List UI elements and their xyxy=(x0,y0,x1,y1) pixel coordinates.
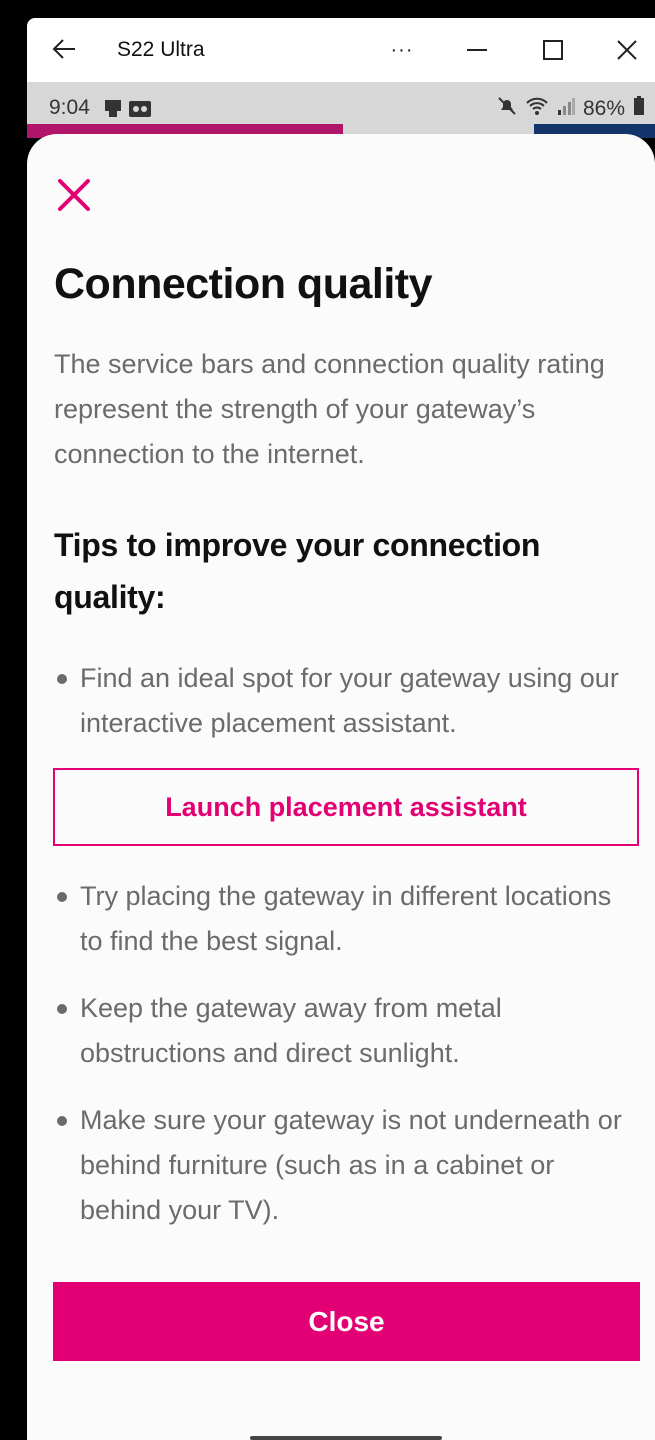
voicemail-icon xyxy=(129,100,151,123)
battery-percent: 86% xyxy=(582,96,625,120)
close-icon[interactable] xyxy=(57,178,91,212)
maximize-icon[interactable] xyxy=(533,34,573,66)
more-options-icon[interactable]: ··· xyxy=(382,34,422,66)
minimize-icon[interactable] xyxy=(457,34,497,66)
status-time: 9:04 xyxy=(49,96,90,119)
tips-heading: Tips to improve your connection quality: xyxy=(54,527,541,615)
back-arrow-icon[interactable] xyxy=(51,34,77,64)
tip-text: Keep the gateway away from metal obstruc… xyxy=(80,993,502,1068)
bullet-icon xyxy=(54,656,80,746)
mute-icon xyxy=(497,96,517,121)
page-title: Connection quality xyxy=(54,260,433,308)
connection-quality-sheet: Connection quality The service bars and … xyxy=(27,134,655,1440)
bullet-icon xyxy=(54,1098,80,1233)
tip-item: Try placing the gateway in different loc… xyxy=(54,874,634,964)
signal-icon xyxy=(557,97,575,120)
tip-item: Make sure your gateway is not underneath… xyxy=(54,1098,634,1233)
tip-text: Try placing the gateway in different loc… xyxy=(80,881,612,956)
home-indicator[interactable] xyxy=(250,1436,442,1440)
notification-icon xyxy=(103,100,123,123)
bullet-icon xyxy=(54,986,80,1076)
description-text: The service bars and connection quality … xyxy=(54,349,605,469)
bullet-icon xyxy=(54,874,80,964)
launch-placement-assistant-button[interactable]: Launch placement assistant xyxy=(53,768,639,846)
status-right-icons: 86% xyxy=(497,96,645,121)
tip-text: Find an ideal spot for your gateway usin… xyxy=(80,663,619,738)
tip-item: Keep the gateway away from metal obstruc… xyxy=(54,986,634,1076)
window-title: S22 Ultra xyxy=(117,38,205,61)
wifi-icon xyxy=(525,96,549,121)
battery-icon xyxy=(633,96,645,121)
status-left-icons xyxy=(103,100,151,123)
window-titlebar: S22 Ultra ··· xyxy=(27,18,655,82)
tip-item: Find an ideal spot for your gateway usin… xyxy=(54,656,634,746)
tip-text: Make sure your gateway is not underneath… xyxy=(80,1105,622,1225)
window-close-icon[interactable] xyxy=(607,34,647,66)
close-button[interactable]: Close xyxy=(53,1282,640,1361)
